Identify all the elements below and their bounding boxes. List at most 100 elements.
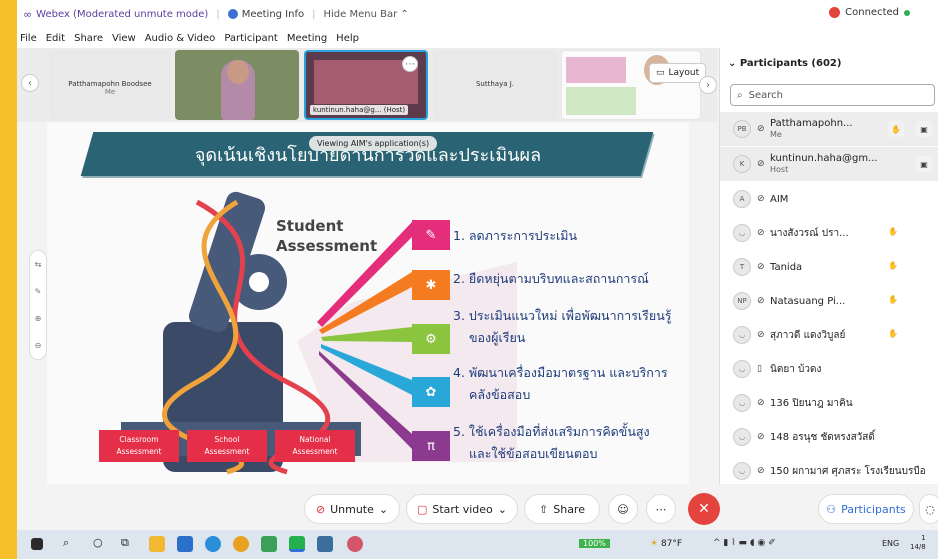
menu-share[interactable]: Share <box>74 33 103 44</box>
app-title: ∞ Webex (Moderated unmute mode) <box>23 8 208 21</box>
ribbon-icon-4: ✿ <box>412 377 450 407</box>
box-line1: National <box>299 435 331 444</box>
participants-button[interactable]: ⚇ Participants <box>818 494 914 524</box>
strip-next-button[interactable]: › <box>699 76 717 94</box>
layout-button[interactable]: ▭ Layout <box>649 63 707 83</box>
app-icon[interactable] <box>261 536 277 552</box>
menu-meeting[interactable]: Meeting <box>287 33 327 44</box>
checklist-icon: ✎ <box>425 227 437 243</box>
participants-panel: ⌄ Participants (602) ⌕ Search PB ⊘ Patth… <box>719 48 938 484</box>
language-indicator[interactable]: ENG <box>882 539 899 548</box>
mic-muted-icon: ⊘ <box>757 330 765 340</box>
zoom-out-icon[interactable]: ⊖ <box>35 341 42 350</box>
hand-icon[interactable]: ✋ <box>888 121 904 137</box>
tile-more-button[interactable]: ⋯ <box>402 56 418 72</box>
menu-help[interactable]: Help <box>336 33 359 44</box>
menu-file[interactable]: File <box>20 33 37 44</box>
person-avatar-icon: ◡ <box>733 394 751 412</box>
pen-icon[interactable]: ✎ <box>35 287 42 296</box>
share-button[interactable]: ⇧ Share <box>524 494 600 524</box>
app-icon-2[interactable] <box>347 536 363 552</box>
weather-widget[interactable]: ☀ 87°F <box>650 539 682 549</box>
avatar: NP <box>733 292 751 310</box>
ribbon-icon-1: ✎ <box>412 220 450 250</box>
unmute-button[interactable]: ⊘ Unmute ⌄ <box>304 494 400 524</box>
strip-prev-button[interactable]: ‹ <box>21 74 39 92</box>
mail-icon[interactable] <box>177 536 193 552</box>
cortana-icon[interactable]: ○ <box>93 536 109 552</box>
webex-taskbar-icon[interactable] <box>317 536 333 552</box>
chevron-down-icon: ⌄ <box>728 58 740 69</box>
participant-row[interactable]: K ⊘ kuntinun.haha@gm... Host ▣ <box>720 147 938 181</box>
windows-start-icon[interactable] <box>31 538 43 550</box>
mic-muted-icon: ⊘ <box>757 124 765 134</box>
menu-bar: File Edit Share View Audio & Video Parti… <box>17 28 938 48</box>
participant-row[interactable]: A ⊘ AIM <box>720 182 938 216</box>
search-icon[interactable]: ⌕ <box>63 536 79 552</box>
menu-view[interactable]: View <box>112 33 136 44</box>
battery-indicator[interactable]: 100% <box>579 539 610 548</box>
clock[interactable]: 1 14/8 <box>910 534 926 552</box>
item-text-sub: ของผู้เรียน <box>469 330 526 345</box>
mic-muted-icon: ⊘ <box>757 398 765 408</box>
video-tile-participant[interactable] <box>175 50 299 120</box>
video-tile-sutthaya[interactable]: Sutthaya J. <box>433 50 557 120</box>
participant-row[interactable]: ◡ ⊘ 150 ผกามาศ ศุภสระ โรงเรียนบรบือ <box>720 454 938 488</box>
sa-title-line1: Student <box>276 217 344 235</box>
video-off-icon[interactable]: ▣ <box>916 156 932 172</box>
participant-row[interactable]: ◡ ⊘ 136 ปิยนาฎ มาคิน <box>720 386 938 420</box>
video-tile-poster[interactable] <box>561 50 701 120</box>
zoom-in-icon[interactable]: ⊕ <box>35 314 42 323</box>
participant-row[interactable]: ◡ ⊘ นางสังวรณ์ ปรา... ✋ <box>720 216 938 250</box>
participant-row[interactable]: T ⊘ Tanida ✋ <box>720 250 938 284</box>
video-off-icon[interactable]: ▣ <box>916 121 932 137</box>
title-bar: ∞ Webex (Moderated unmute mode) | Meetin… <box>17 0 938 28</box>
hand-icon: ✋ <box>888 227 898 236</box>
meeting-controls: ⊘ Unmute ⌄ ▢ Start video ⌄ ⇧ Share ☺ ⋯ ✕… <box>17 484 938 530</box>
webex-logo-icon: ∞ <box>23 7 33 21</box>
participant-role: Me <box>770 130 782 139</box>
task-view-icon[interactable]: ⧉ <box>121 536 137 552</box>
chevron-left-icon: ‹ <box>28 77 32 89</box>
participants-header[interactable]: ⌄ Participants (602) <box>728 58 841 69</box>
participants-search[interactable]: ⌕ Search <box>730 84 935 106</box>
menu-edit[interactable]: Edit <box>46 33 65 44</box>
video-tile-self[interactable]: Patthamapohn Boodsee Me <box>49 50 171 120</box>
menu-participant[interactable]: Participant <box>224 33 278 44</box>
meeting-info-button[interactable]: Meeting Info <box>227 9 304 20</box>
participant-name: 148 อรนุช ชัดหรงสวัสดิ์ <box>770 431 875 443</box>
slide-item-3: 3. ประเมินแนวใหม่ เพื่อพัฒนาการเรียนรู้ข… <box>453 305 671 349</box>
participant-row[interactable]: PB ⊘ Patthamapohn... Me ✋ ▣ <box>720 112 938 146</box>
person-avatar-icon: ◡ <box>733 326 751 344</box>
participant-row[interactable]: ◡ ⊘ 148 อรนุช ชัดหรงสวัสดิ์ <box>720 420 938 454</box>
participant-name: AIM <box>770 193 789 205</box>
hand-icon: ✋ <box>888 295 898 304</box>
start-video-button[interactable]: ▢ Start video ⌄ <box>406 494 518 524</box>
translate-icon[interactable]: ⇆ <box>35 260 42 269</box>
hide-menu-bar-button[interactable]: Hide Menu Bar ⌃ <box>323 9 408 20</box>
menu-audio-video[interactable]: Audio & Video <box>145 33 216 44</box>
edge-icon[interactable] <box>205 536 221 552</box>
item-text: 1. ลดภาระการประเมิน <box>453 228 578 243</box>
connection-status[interactable]: Connected <box>829 7 910 18</box>
reactions-button[interactable]: ☺ <box>608 494 638 524</box>
tray-icons[interactable]: ^ ▮ ⌇ ▬ ◖ ◉ ✐ <box>713 538 776 548</box>
participants-count: Participants (602) <box>739 58 842 69</box>
item-text-sub: คลังข้อสอบ <box>469 387 531 402</box>
leave-meeting-button[interactable]: ✕ <box>688 493 720 525</box>
file-explorer-icon[interactable] <box>149 536 165 552</box>
ribbon-icon-2: ✱ <box>412 270 450 300</box>
chrome-icon[interactable] <box>233 536 249 552</box>
chat-button[interactable]: ◌ <box>919 494 938 524</box>
video-tile-host[interactable]: ⋯ kuntinun.haha@g... (Host) <box>304 50 428 120</box>
more-options-button[interactable]: ⋯ <box>646 494 676 524</box>
chevron-down-icon: ⌄ <box>497 502 508 516</box>
participant-name: นางสังวรณ์ ปรา... <box>770 227 849 239</box>
line-icon[interactable] <box>289 536 305 552</box>
box-line1: Classroom <box>119 435 159 444</box>
tile-host-role: (Host) <box>383 106 406 114</box>
participant-row[interactable]: ◡ ⊘ สุภาวดี แดงวิบูลย์ ✋ <box>720 318 938 352</box>
participant-row[interactable]: ◡ ▯ นิตยา บ้วดง <box>720 352 938 386</box>
palette-icon: ✿ <box>425 384 437 400</box>
participant-row[interactable]: NP ⊘ Natasuang Pi... ✋ <box>720 284 938 318</box>
